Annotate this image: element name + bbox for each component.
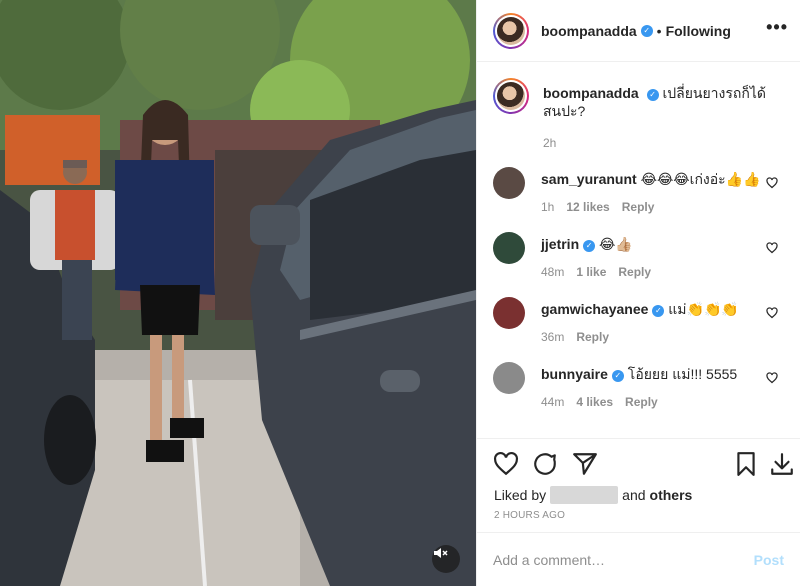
comment-time[interactable]: 36m: [541, 330, 564, 344]
comment-username[interactable]: sam_yuranunt: [541, 171, 637, 187]
separator-dot: •: [656, 22, 662, 39]
verified-badge-icon: ✓: [583, 240, 596, 252]
commenter-avatar[interactable]: [493, 362, 525, 394]
download-icon[interactable]: [769, 451, 795, 477]
comment-text: 😂👍🏼: [599, 236, 633, 252]
action-bar: Liked by and others 2 HOURS AGO: [477, 438, 800, 532]
comment-likes[interactable]: 12 likes: [566, 200, 609, 214]
heart-icon[interactable]: [493, 451, 519, 477]
comment-icon[interactable]: [532, 451, 558, 477]
more-options-icon[interactable]: •••: [766, 18, 788, 36]
post-caption: boompanadda ✓ เปลี่ยนยางรถก็ได้ สนปะ? 2h: [493, 78, 784, 152]
liked-by: Liked by and others: [494, 486, 692, 504]
commenter-avatar[interactable]: [493, 167, 525, 199]
bookmark-icon[interactable]: [733, 451, 759, 477]
verified-badge-icon: ✓: [611, 370, 624, 382]
author-avatar[interactable]: [493, 12, 529, 49]
post-button[interactable]: Post: [754, 552, 784, 568]
comment-composer: Post: [477, 532, 800, 586]
caption-username[interactable]: boompanadda: [543, 85, 639, 101]
share-icon[interactable]: [572, 451, 598, 477]
post-panel: boompanadda ✓ • Following ••• boompanadd…: [476, 0, 800, 586]
mute-button[interactable]: [432, 545, 460, 573]
comment-text: แม่👏👏👏: [668, 301, 739, 317]
comment-like-heart-icon[interactable]: [766, 242, 778, 254]
comment-text: โอ้ยยย แม่!!! 5555: [627, 366, 738, 382]
comment-time[interactable]: 1h: [541, 200, 554, 214]
comment-like-heart-icon[interactable]: [766, 177, 778, 189]
reply-button[interactable]: Reply: [625, 395, 658, 409]
reply-button[interactable]: Reply: [618, 265, 651, 279]
comments-list[interactable]: boompanadda ✓ เปลี่ยนยางรถก็ได้ สนปะ? 2h…: [477, 62, 800, 438]
liked-by-others[interactable]: others: [650, 487, 693, 503]
comment-like-heart-icon[interactable]: [766, 372, 778, 384]
liked-by-prefix: Liked by: [494, 487, 547, 503]
comment-likes[interactable]: 4 likes: [576, 395, 613, 409]
comment-row: gamwichayanee ✓ แม่👏👏👏 36m Reply: [493, 297, 784, 347]
following-button[interactable]: Following: [666, 23, 731, 39]
verified-badge-icon: ✓: [646, 89, 659, 101]
comment-row: jjetrin ✓ 😂👍🏼 48m 1 like Reply: [493, 232, 784, 282]
liked-by-and: and: [622, 487, 646, 503]
comment-like-heart-icon[interactable]: [766, 307, 778, 319]
author-username[interactable]: boompanadda: [541, 23, 637, 39]
muted-speaker-icon: [434, 548, 448, 558]
comment-likes[interactable]: 1 like: [576, 265, 606, 279]
comment-input[interactable]: [493, 551, 746, 568]
verified-badge-icon: ✓: [640, 24, 653, 37]
caption-author-avatar[interactable]: [493, 78, 529, 114]
commenter-avatar[interactable]: [493, 297, 525, 329]
reply-button[interactable]: Reply: [576, 330, 609, 344]
verified-badge-icon: ✓: [652, 305, 665, 317]
comment-username[interactable]: jjetrin: [541, 236, 579, 252]
post-header: boompanadda ✓ • Following •••: [477, 0, 800, 62]
comment-username[interactable]: gamwichayanee: [541, 301, 648, 317]
comment-username[interactable]: bunnyaire: [541, 366, 608, 382]
commenter-avatar[interactable]: [493, 232, 525, 264]
post-timestamp[interactable]: 2 HOURS AGO: [494, 510, 565, 521]
caption-time: 2h: [543, 136, 557, 150]
comment-row: sam_yuranunt 😂😂😂เก่งอ่ะ👍👍 1h 12 likes Reply: [493, 167, 784, 217]
post-video[interactable]: [0, 0, 476, 586]
video-frame: [0, 0, 476, 586]
reply-button[interactable]: Reply: [622, 200, 655, 214]
redacted-username[interactable]: [550, 486, 619, 504]
comment-row: bunnyaire ✓ โอ้ยยย แม่!!! 5555 44m 4 likes R…: [493, 362, 784, 412]
comment-time[interactable]: 44m: [541, 395, 564, 409]
comment-text: 😂😂😂เก่งอ่ะ👍👍: [640, 171, 761, 187]
comment-time[interactable]: 48m: [541, 265, 564, 279]
